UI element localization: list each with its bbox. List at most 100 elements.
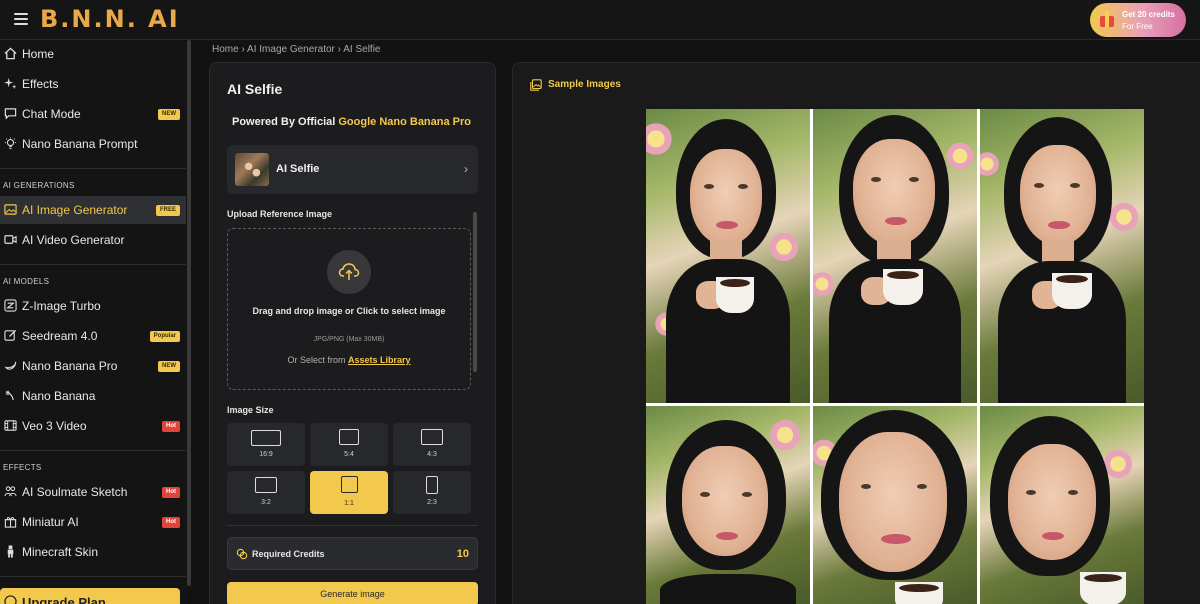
aspect-2-3-icon (426, 476, 438, 494)
breadcrumb-section[interactable]: AI Image Generator (247, 44, 335, 55)
hot-badge: Hot (162, 421, 180, 432)
promo-credits-button[interactable]: Get 20 credits For Free (1090, 3, 1186, 37)
size-option-3-2[interactable]: 3:2 (227, 471, 305, 514)
chevron-right-icon: › (464, 162, 468, 176)
top-bar: B.N.N. AI Get 20 credits For Free (0, 0, 1200, 40)
model-name: AI Selfie (276, 163, 320, 175)
sidebar-scrollbar[interactable] (187, 40, 191, 586)
sidebar-item-label: Nano Banana Pro (22, 359, 118, 373)
sidebar-divider (0, 264, 186, 265)
sidebar-item-label: AI Image Generator (22, 203, 128, 217)
edit-icon (4, 329, 17, 341)
model-thumbnail (235, 153, 269, 186)
people-icon (4, 486, 17, 497)
sidebar-item-nano-banana-prompt[interactable]: Nano Banana Prompt (0, 130, 186, 158)
dropzone-or-text: Or Select from (287, 355, 346, 365)
sample-image-4[interactable] (646, 406, 810, 604)
sidebar-item-label: Effects (22, 77, 59, 91)
menu-icon[interactable] (14, 13, 28, 25)
section-heading-generations: AI GENERATIONS (3, 181, 75, 190)
promo-title: Get 20 credits (1122, 10, 1175, 19)
sample-image-1[interactable] (646, 109, 810, 403)
free-badge: FREE (155, 205, 180, 216)
size-option-label: 5:4 (344, 451, 354, 458)
sample-images-heading: Sample Images (548, 79, 621, 90)
assets-library-link[interactable]: Assets Library (348, 355, 411, 365)
sidebar-item-chat-mode[interactable]: Chat Mode NEW (0, 100, 186, 128)
sidebar-item-label: Miniatur AI (22, 515, 79, 529)
bulb-icon (4, 137, 17, 150)
chat-icon (4, 108, 17, 120)
crown-icon (4, 595, 17, 604)
size-option-16-9[interactable]: 16:9 (227, 423, 305, 466)
film-icon (4, 420, 17, 431)
powered-by-prefix: Powered By Official (232, 116, 336, 128)
page-title: AI Selfie (227, 81, 283, 97)
sidebar-item-nano-banana-pro[interactable]: Nano Banana Pro NEW (0, 352, 186, 380)
hot-badge: Hot (162, 517, 180, 528)
new-badge: NEW (158, 109, 180, 120)
sample-image-2[interactable] (813, 109, 977, 403)
sidebar-item-seedream[interactable]: Seedream 4.0 Popular (0, 322, 186, 350)
sidebar-item-nano-banana[interactable]: Nano Banana (0, 382, 186, 410)
generate-image-button[interactable]: Generate image (227, 582, 478, 604)
sidebar-item-minecraft-skin[interactable]: Minecraft Skin (0, 538, 186, 566)
model-selector[interactable]: AI Selfie › (227, 145, 478, 194)
popular-badge: Popular (149, 331, 180, 342)
size-option-5-4[interactable]: 5:4 (310, 423, 388, 466)
size-option-label: 2:3 (427, 499, 437, 506)
upload-cloud-icon[interactable] (327, 250, 371, 294)
required-credits: Required Credits 10 (227, 537, 478, 570)
sidebar-item-veo-3-video[interactable]: Veo 3 Video Hot (0, 412, 186, 440)
hot-badge: Hot (162, 487, 180, 498)
size-option-label: 4:3 (427, 451, 437, 458)
sidebar-item-effects[interactable]: Effects (0, 70, 186, 98)
sidebar-item-ai-video-generator[interactable]: AI Video Generator (0, 226, 186, 254)
sidebar-divider (0, 450, 186, 451)
sample-image-5[interactable] (813, 406, 977, 604)
size-option-4-3[interactable]: 4:3 (393, 423, 471, 466)
banana-icon (5, 390, 14, 401)
section-heading-models: AI MODELS (3, 277, 50, 286)
image-icon (4, 204, 17, 215)
sidebar: Home Effects Chat Mode NEW Nano Banana P… (0, 40, 186, 604)
dropzone-formats: JPG/PNG (Max 30MB) (313, 336, 385, 343)
gallery-icon (530, 79, 542, 91)
size-option-label: 3:2 (261, 499, 271, 506)
panel-scrollbar[interactable] (473, 212, 477, 372)
banana-icon (4, 361, 17, 370)
sidebar-divider (0, 576, 186, 577)
sidebar-item-label: Minecraft Skin (22, 545, 99, 559)
z-icon (4, 299, 17, 312)
sparkles-icon (4, 77, 17, 90)
sidebar-item-ai-image-generator[interactable]: AI Image Generator FREE (0, 196, 186, 224)
breadcrumb-separator: › (337, 44, 341, 55)
assets-library-line: Or Select from Assets Library (244, 355, 454, 365)
sidebar-item-label: Nano Banana (22, 389, 96, 403)
sample-image-3[interactable] (980, 109, 1144, 403)
size-option-label: 16:9 (259, 451, 273, 458)
size-option-1-1[interactable]: 1:1 (310, 471, 388, 514)
upgrade-plan-label: Upgrade Plan (22, 595, 106, 604)
size-option-2-3[interactable]: 2:3 (393, 471, 471, 514)
breadcrumb-home[interactable]: Home (212, 44, 239, 55)
person-icon (7, 545, 14, 558)
sample-image-grid (646, 109, 1144, 604)
upgrade-plan-button[interactable]: Upgrade Plan (0, 588, 180, 604)
powered-by-text: Powered By Official Google Nano Banana P… (232, 116, 471, 128)
coins-icon (236, 548, 248, 560)
aspect-4-3-icon (421, 429, 443, 445)
upload-label: Upload Reference Image (227, 209, 333, 219)
generate-image-label: Generate image (320, 589, 385, 599)
sidebar-item-ai-soulmate-sketch[interactable]: AI Soulmate Sketch Hot (0, 478, 186, 506)
sidebar-item-home[interactable]: Home (0, 40, 186, 68)
new-badge: NEW (158, 361, 180, 372)
sidebar-item-z-image-turbo[interactable]: Z-Image Turbo (0, 292, 186, 320)
required-credits-label: Required Credits (252, 549, 325, 559)
aspect-16-9-icon (251, 430, 281, 446)
sidebar-item-label: Veo 3 Video (22, 419, 87, 433)
logo[interactable]: B.N.N. AI (40, 5, 180, 33)
video-icon (4, 235, 17, 244)
sample-image-6[interactable] (980, 406, 1144, 604)
sidebar-item-miniatur-ai[interactable]: Miniatur AI Hot (0, 508, 186, 536)
